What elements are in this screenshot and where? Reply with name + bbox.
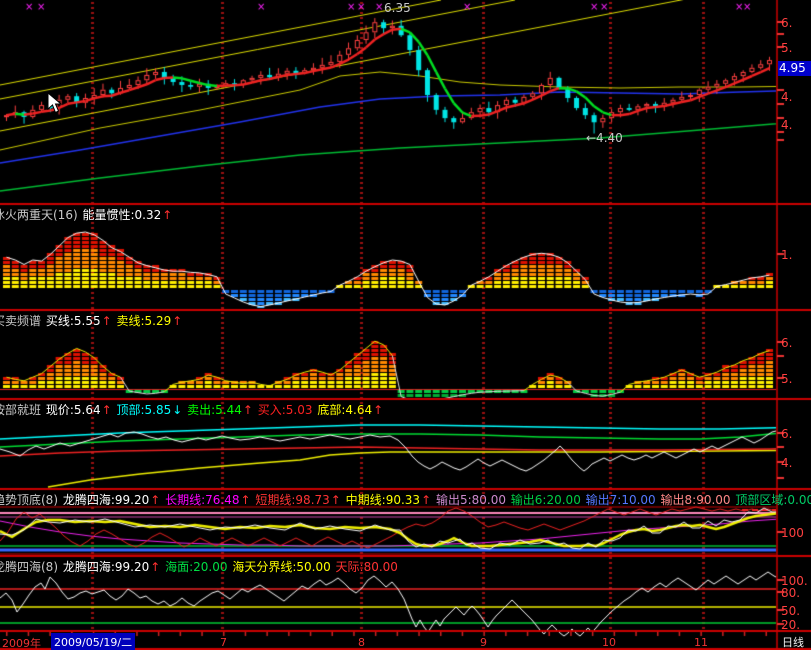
app-window: 冰火两重天(16) 能量惯性:0.32↑ 买卖频谱 买线:5.55↑ 卖线:5.…: [0, 0, 811, 650]
header-segment: 趋势顶底(8): [0, 493, 58, 507]
panel-header-energy[interactable]: 冰火两重天(16) 能量惯性:0.32↑: [0, 206, 173, 223]
header-segment: ↓: [172, 403, 183, 417]
panel-header-dragon[interactable]: 龙腾四海(8) 龙腾四海:99.20↑ 海面:20.00 海天分界线:50.00…: [0, 558, 399, 575]
header-segment: 中期线:90.33: [341, 493, 421, 507]
header-segment: 现价:5.64: [42, 403, 101, 417]
axis-label: 6.: [781, 427, 793, 441]
axis-label: 4.: [781, 456, 793, 470]
axis-label: 6.: [781, 336, 793, 350]
axis-label: 5.: [781, 372, 793, 386]
header-segment: 龙腾四海(8): [0, 560, 58, 574]
axis-label: 100: [781, 526, 804, 540]
header-segment: ↑: [101, 403, 112, 417]
header-segment: ↑: [242, 403, 253, 417]
axis-label: 1.: [781, 248, 793, 262]
header-segment: 买入:5.03: [253, 403, 313, 417]
header-segment: ↑: [150, 560, 161, 574]
header-segment: 长期线:76.48: [161, 493, 240, 507]
header-segment: 按部就班: [0, 403, 42, 417]
header-segment: 能量惯性:0.32: [78, 208, 162, 222]
axis-label: 5.: [781, 41, 793, 55]
low-price-annotation: ←4.40: [586, 131, 623, 145]
header-segment: 卖线:5.29: [112, 314, 172, 328]
header-segment: 海面:20.00: [161, 560, 228, 574]
header-segment: 买卖频谱: [0, 314, 42, 328]
current-price-marker: 4.95: [778, 61, 811, 76]
month-label: 8: [358, 636, 365, 649]
panel-header-trend[interactable]: 趋势顶底(8) 龙腾四海:99.20↑ 长期线:76.48↑ 短期线:98.73…: [0, 491, 811, 508]
header-segment: 海天分界线:50.00: [228, 560, 331, 574]
month-label: 9: [480, 636, 487, 649]
year-label: 2009年: [2, 637, 41, 650]
axis-label: 6.: [781, 16, 793, 30]
header-segment: 冰火两重天(16): [0, 208, 78, 222]
header-segment: 买线:5.55: [42, 314, 101, 328]
header-segment: 龙腾四海:99.20: [59, 560, 150, 574]
panel-header-stepping[interactable]: 按部就班 现价:5.64↑ 顶部:5.85↓ 卖出:5.44↑ 买入:5.03 …: [0, 401, 384, 418]
mouse-cursor-icon: [46, 91, 64, 118]
header-segment: ↑: [162, 208, 173, 222]
header-segment: ↑: [150, 493, 161, 507]
header-segment: 龙腾四海:99.20: [59, 493, 150, 507]
header-segment: 输出5:80.00: [432, 493, 506, 507]
header-segment: 顶部:5.85: [112, 403, 172, 417]
header-segment: ↑: [240, 493, 251, 507]
axis-label: 4.: [781, 90, 793, 104]
selected-date-cell[interactable]: 2009/05/19/二: [51, 633, 136, 650]
timeframe-label[interactable]: 日线: [782, 634, 804, 650]
header-segment: 短期线:98.73: [251, 493, 330, 507]
header-segment: 输出7:10.00: [581, 493, 656, 507]
header-segment: 卖出:5.44: [183, 403, 242, 417]
header-segment: ↑: [330, 493, 341, 507]
axis-label: 20.: [781, 618, 801, 632]
header-segment: ↑: [172, 314, 183, 328]
month-label: 10: [602, 636, 616, 649]
header-segment: 顶部区域:0.00: [731, 493, 811, 507]
header-segment: 输出6:20.00: [506, 493, 581, 507]
header-segment: 底部:4.64: [313, 403, 373, 417]
header-segment: ↑: [421, 493, 432, 507]
axis-label: 80.: [781, 586, 801, 600]
header-segment: ↑: [101, 314, 112, 328]
panel-header-spectrum[interactable]: 买卖频谱 买线:5.55↑ 卖线:5.29↑: [0, 312, 183, 329]
high-price-annotation: 6.35: [384, 1, 411, 15]
header-segment: 天际:80.00: [331, 560, 398, 574]
month-label: 11: [694, 636, 708, 649]
axis-label: 50.: [781, 604, 801, 618]
axis-label: 4.: [781, 118, 793, 132]
header-segment: ↑: [373, 403, 384, 417]
month-label: 7: [220, 636, 227, 649]
header-segment: 输出8:90.00: [656, 493, 731, 507]
